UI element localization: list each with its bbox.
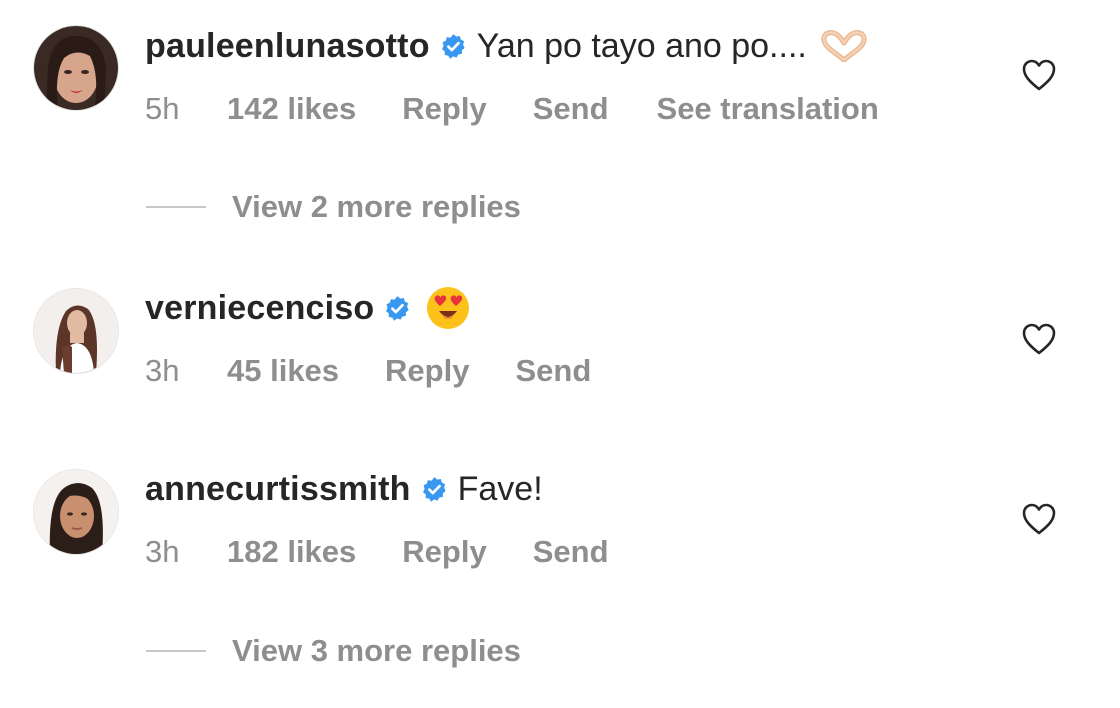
likes-count[interactable]: 142 likes: [227, 91, 356, 127]
replies-divider: [146, 650, 206, 652]
reply-button[interactable]: Reply: [402, 91, 486, 127]
verified-badge-icon: [384, 295, 411, 322]
send-button[interactable]: Send: [533, 91, 609, 127]
likes-count[interactable]: 182 likes: [227, 534, 356, 570]
likes-count[interactable]: 45 likes: [227, 353, 339, 389]
heart-eyes-emoji-icon: [425, 285, 471, 331]
comment-time: 5h: [145, 91, 180, 126]
avatar[interactable]: [34, 470, 118, 554]
verified-badge-icon: [421, 476, 448, 503]
username[interactable]: annecurtissmith: [145, 470, 411, 509]
see-translation-button[interactable]: See translation: [657, 91, 879, 127]
avatar[interactable]: [34, 26, 118, 110]
like-heart-icon[interactable]: [1021, 322, 1057, 356]
comment-text: Yan po tayo ano po....: [476, 26, 807, 65]
username[interactable]: pauleenlunasotto: [145, 27, 430, 66]
reply-button[interactable]: Reply: [402, 534, 486, 570]
heart-hands-emoji-icon: [821, 30, 867, 62]
view-more-replies-button[interactable]: View 2 more replies: [232, 189, 521, 225]
view-more-replies-button[interactable]: View 3 more replies: [232, 633, 521, 669]
username[interactable]: verniecenciso: [145, 289, 374, 328]
replies-divider: [146, 206, 206, 208]
avatar[interactable]: [34, 289, 118, 373]
send-button[interactable]: Send: [515, 353, 591, 389]
verified-badge-icon: [440, 33, 467, 60]
comment-time: 3h: [145, 353, 180, 388]
reply-button[interactable]: Reply: [385, 353, 469, 389]
send-button[interactable]: Send: [533, 534, 609, 570]
comment-text: Fave!: [457, 469, 543, 508]
like-heart-icon[interactable]: [1021, 502, 1057, 536]
comment-time: 3h: [145, 534, 180, 569]
like-heart-icon[interactable]: [1021, 58, 1057, 92]
